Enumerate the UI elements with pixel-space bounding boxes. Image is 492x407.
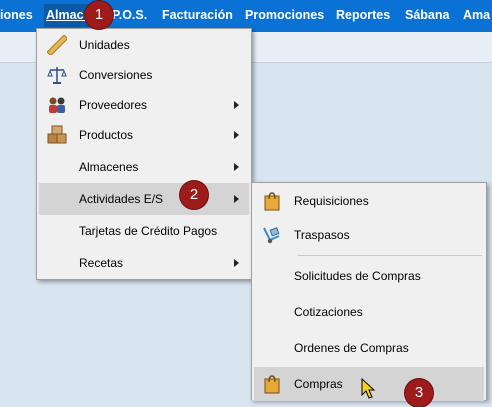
menu-configuraciones[interactable]: iones bbox=[0, 8, 33, 22]
balance-scale-icon bbox=[47, 67, 67, 84]
menu-facturacion[interactable]: Facturación bbox=[162, 8, 233, 22]
menu-item-label: Unidades bbox=[79, 38, 130, 52]
menu-item-actividades-es[interactable]: Actividades E/S bbox=[39, 183, 249, 215]
menu-item-label: Cotizaciones bbox=[294, 305, 363, 319]
hand-truck-icon bbox=[263, 227, 280, 244]
menu-item-label: Actividades E/S bbox=[79, 192, 164, 206]
mouse-cursor-icon bbox=[361, 378, 376, 399]
menu-reportes[interactable]: Reportes bbox=[336, 8, 390, 22]
boxes-icon bbox=[47, 125, 67, 144]
menu-item-ordenes-compras[interactable]: Ordenes de Compras bbox=[254, 332, 484, 364]
menu-item-proveedores[interactable]: Proveedores bbox=[39, 90, 249, 120]
almacen-dropdown: Unidades Conversiones Proveedores Produc… bbox=[36, 28, 252, 280]
menu-pos[interactable]: P.O.S. bbox=[112, 8, 147, 22]
submenu-arrow-icon bbox=[234, 101, 239, 109]
menu-ama[interactable]: Ama bbox=[463, 8, 490, 22]
menu-item-label: Ordenes de Compras bbox=[294, 341, 409, 355]
shopping-bag-icon bbox=[264, 375, 280, 394]
menu-item-label: Compras bbox=[294, 377, 343, 391]
step-badge-2: 2 bbox=[180, 181, 208, 209]
menu-item-productos[interactable]: Productos bbox=[39, 120, 249, 150]
menu-item-label: Traspasos bbox=[294, 228, 350, 242]
menu-item-label: Recetas bbox=[79, 256, 124, 270]
suppliers-icon bbox=[49, 97, 65, 113]
submenu-arrow-icon bbox=[234, 259, 239, 267]
menu-item-traspasos[interactable]: Traspasos bbox=[254, 219, 484, 251]
menu-sabana[interactable]: Sábana bbox=[405, 8, 449, 22]
menu-item-requisiciones[interactable]: Requisiciones bbox=[254, 185, 484, 217]
menu-item-label: Tarjetas de Crédito Pagos bbox=[79, 224, 218, 238]
menu-item-recetas[interactable]: Recetas bbox=[39, 248, 249, 278]
menu-item-label: Productos bbox=[79, 128, 134, 142]
submenu-arrow-icon bbox=[234, 163, 239, 171]
menu-item-almacenes[interactable]: Almacenes bbox=[39, 152, 249, 182]
actividades-submenu: Requisiciones Traspasos Solicitudes de C… bbox=[251, 182, 487, 401]
menu-item-label: Proveedores bbox=[79, 98, 148, 112]
menu-item-conversiones[interactable]: Conversiones bbox=[39, 60, 249, 90]
menu-item-tarjetas-credito[interactable]: Tarjetas de Crédito Pagos bbox=[39, 216, 249, 246]
menu-item-label: Almacenes bbox=[79, 160, 139, 174]
menu-item-label: Solicitudes de Compras bbox=[294, 269, 421, 283]
submenu-arrow-icon bbox=[234, 131, 239, 139]
shopping-bag-icon bbox=[264, 192, 280, 211]
submenu-arrow-icon bbox=[234, 195, 239, 203]
menu-item-cotizaciones[interactable]: Cotizaciones bbox=[254, 296, 484, 328]
step-badge-1: 1 bbox=[85, 1, 113, 29]
menu-promociones[interactable]: Promociones bbox=[245, 8, 324, 22]
step-badge-3: 3 bbox=[405, 379, 433, 407]
menu-item-unidades[interactable]: Unidades bbox=[39, 30, 249, 60]
menu-item-label: Requisiciones bbox=[294, 194, 369, 208]
menu-item-label: Conversiones bbox=[79, 68, 153, 82]
menu-item-solicitudes-compras[interactable]: Solicitudes de Compras bbox=[254, 260, 484, 292]
ruler-icon bbox=[47, 35, 67, 55]
menu-separator bbox=[298, 255, 482, 256]
